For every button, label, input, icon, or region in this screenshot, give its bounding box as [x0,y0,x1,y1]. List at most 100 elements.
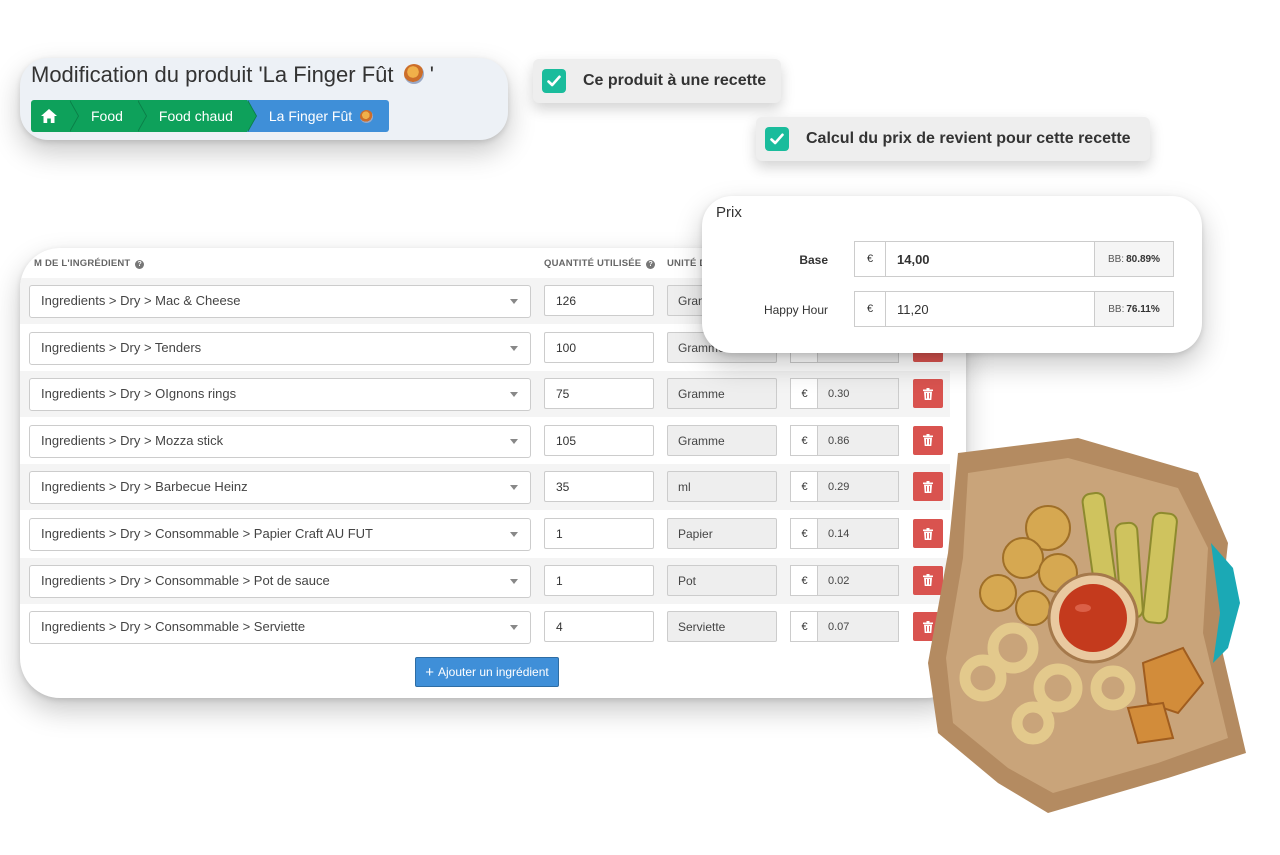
ingredient-select-value: Ingredients > Dry > Consommable > Papier… [41,526,373,541]
price-title: Prix [716,204,742,221]
currency-addon: € [790,518,818,549]
ingredient-select-value: Ingredients > Dry > Barbecue Heinz [41,479,248,495]
currency-addon: € [855,242,886,276]
page-title: Modification du produit 'La Finger Fût ' [31,62,434,87]
food-basket-image [928,438,1246,813]
unit-field: Serviette [667,611,777,643]
unit-field: ml [667,471,777,503]
price-happy-hour-group: € 11,20 BB: 76.11% [854,291,1174,327]
breadcrumb: Food Food chaud La Finger Fût [31,100,390,132]
unit-field: Pot [667,564,777,596]
table-row: Ingredients > Dry > Consommable > Papier… [20,511,950,557]
price-base-group: € 14,00 BB: 80.89% [854,241,1174,277]
unit-field: Papier [667,518,777,549]
table-row: Ingredients > Dry > Barbecue Heinz 35 ml €0… [20,464,950,511]
ingredient-select[interactable]: Ingredients > Dry > Consommable > Papier… [29,518,531,551]
price-panel: Prix Base € 14,00 BB: 80.89% Happy Hour €… [702,196,1202,353]
ingredient-select-value: Ingredients > Dry > Consommable > Servie… [41,619,306,635]
price-happy-hour-label: Happy Hour [763,303,828,317]
breadcrumb-item-active[interactable]: La Finger Fût [246,100,390,132]
chevron-down-icon [510,345,518,351]
cost-field: 0.30 [817,378,899,410]
help-icon[interactable]: ? [135,260,145,269]
quantity-input[interactable]: 35 [544,471,654,503]
food-emoji-icon [403,64,424,84]
food-emoji-icon [360,109,374,123]
has-recipe-option: Ce produit à une recette [533,59,781,103]
breadcrumb-label: Food [91,108,123,124]
quantity-input[interactable]: 4 [544,611,654,643]
header-unit: UNITÉ D [667,258,707,269]
price-base-label: Base [799,253,828,267]
cost-field: 0.02 [817,564,899,596]
cost-field: 0.29 [817,471,899,503]
ingredient-select-value: Ingredients > Dry > Mozza stick [41,432,224,448]
price-happy-hour-margin: BB: 76.11% [1094,292,1173,326]
currency-addon: € [790,471,818,503]
home-icon [41,109,57,123]
trash-icon [923,387,933,400]
ingredient-select[interactable]: Ingredients > Dry > Consommable > Servie… [29,611,531,645]
chevron-down-icon [510,485,518,491]
cost-field: 0.07 [817,611,899,643]
add-ingredient-label: Ajouter un ingrédient [438,665,549,679]
cost-calc-checkbox[interactable] [765,127,789,151]
table-row: Ingredients > Dry > OIgnons rings 75 Gramm… [20,371,950,418]
chevron-down-icon [510,578,518,584]
price-base-margin: BB: 80.89% [1094,242,1173,276]
quantity-input[interactable]: 100 [544,331,654,363]
unit-field: Gramme [667,424,777,456]
ingredient-select[interactable]: Ingredients > Dry > Barbecue Heinz [29,471,531,505]
quantity-input[interactable]: 105 [544,424,654,456]
plus-icon: + [425,663,434,681]
currency-addon: € [790,424,818,456]
breadcrumb-item-food-chaud[interactable]: Food chaud [136,100,257,132]
header-quantity: QUANTITÉ UTILISÉE ? [544,258,656,269]
quantity-input[interactable]: 75 [544,378,654,410]
cost-field: 0.14 [817,518,899,549]
ingredient-select-value: Ingredients > Dry > Consommable > Pot de… [41,572,330,588]
ingredient-select-value: Ingredients > Dry > Mac & Cheese [41,293,241,308]
chevron-down-icon [510,392,518,398]
quantity-input[interactable]: 1 [544,564,654,596]
currency-addon: € [855,292,886,326]
table-row: Ingredients > Dry > Consommable > Servie… [20,604,950,650]
quantity-input[interactable]: 1 [544,518,654,549]
has-recipe-checkbox[interactable] [542,69,566,93]
ingredient-select[interactable]: Ingredients > Dry > Mozza stick [29,424,531,458]
price-base-input[interactable]: 14,00 [886,242,1094,276]
chevron-down-icon [510,532,518,537]
check-icon [770,133,784,145]
price-happy-hour-input[interactable]: 11,20 [886,292,1094,326]
ingredient-select-value: Ingredients > Dry > Tenders [41,339,202,355]
cost-calc-option: Calcul du prix de revient pour cette rec… [756,117,1150,161]
ingredient-select[interactable]: Ingredients > Dry > Tenders [29,331,531,365]
chevron-down-icon [510,438,518,444]
ingredient-select[interactable]: Ingredients > Dry > Mac & Cheese [29,285,531,318]
add-ingredient-button[interactable]: + Ajouter un ingrédient [415,657,559,687]
currency-addon: € [790,611,818,643]
breadcrumb-home[interactable] [31,100,79,132]
unit-field: Gramme [667,378,777,410]
delete-ingredient-button[interactable] [913,379,943,409]
chevron-down-icon [510,299,518,304]
help-icon[interactable]: ? [646,260,656,269]
breadcrumb-label: Food chaud [158,108,233,124]
chevron-down-icon [510,625,518,631]
header-ingredient-name: M DE L'INGRÉDIENT ? [34,258,145,269]
check-icon [547,75,561,87]
has-recipe-label: Ce produit à une recette [583,72,767,89]
currency-addon: € [790,378,818,410]
cost-calc-label: Calcul du prix de revient pour cette rec… [806,130,1131,147]
ingredient-select[interactable]: Ingredients > Dry > OIgnons rings [29,378,531,412]
ingredient-select[interactable]: Ingredients > Dry > Consommable > Pot de… [29,564,531,598]
breadcrumb-label: La Finger Fût [268,108,353,124]
cost-field: 0.86 [817,424,899,456]
table-row: Ingredients > Dry > Mozza stick 105 Gramme… [20,418,950,464]
currency-addon: € [790,564,818,596]
quantity-input[interactable]: 126 [544,285,654,316]
ingredient-select-value: Ingredients > Dry > OIgnons rings [41,386,237,402]
breadcrumb-item-food[interactable]: Food [69,100,147,132]
page-header: Modification du produit 'La Finger Fût '… [20,58,508,140]
table-row: Ingredients > Dry > Consommable > Pot de… [20,557,950,604]
